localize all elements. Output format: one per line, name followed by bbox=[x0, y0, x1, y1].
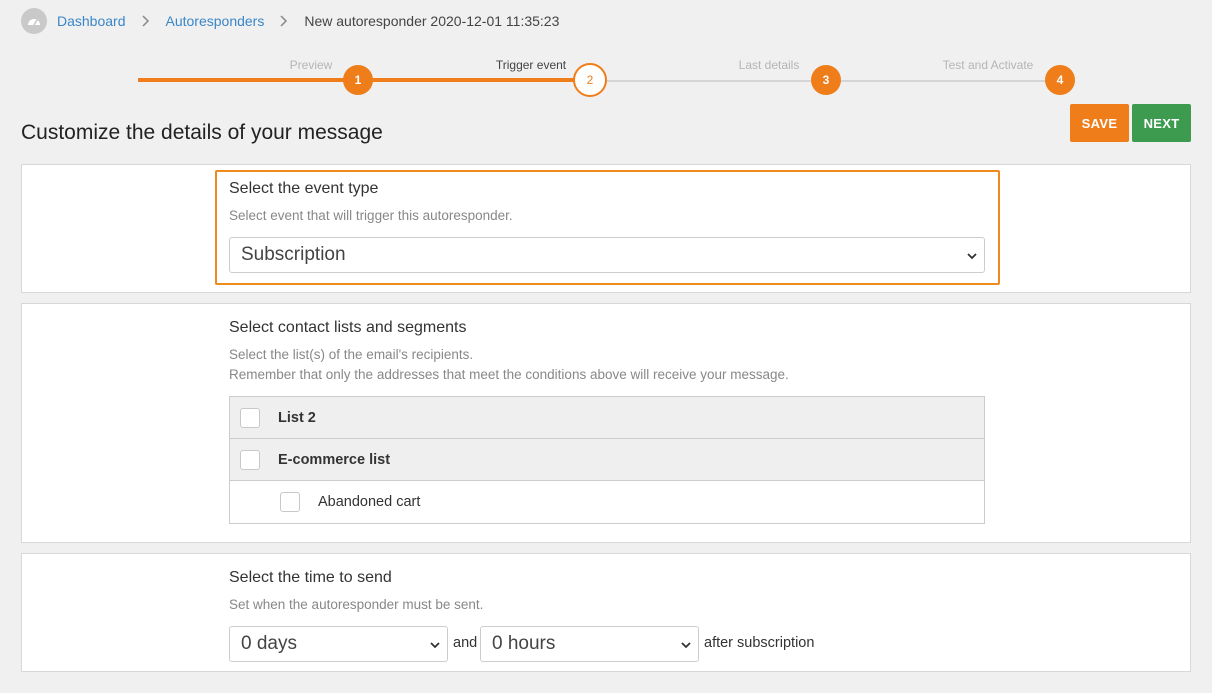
next-button[interactable]: NEXT bbox=[1132, 104, 1191, 142]
after-subscription-label: after subscription bbox=[704, 635, 815, 651]
step-dot-2[interactable]: 2 bbox=[573, 63, 607, 97]
contact-lists-description-1: Select the list(s) of the email's recipi… bbox=[229, 347, 474, 362]
event-type-selected: Subscription bbox=[241, 244, 346, 265]
list-item[interactable]: E-commerce list bbox=[230, 439, 984, 481]
days-select[interactable]: 0 days bbox=[229, 626, 448, 662]
segment-label: Abandoned cart bbox=[318, 494, 421, 510]
save-button[interactable]: SAVE bbox=[1070, 104, 1129, 142]
days-selected: 0 days bbox=[241, 633, 297, 654]
list-checkbox[interactable] bbox=[240, 449, 260, 470]
hours-selected: 0 hours bbox=[492, 633, 556, 654]
progress-stepper: Preview Trigger event Last details Test … bbox=[0, 0, 1212, 100]
list-label: E-commerce list bbox=[278, 451, 391, 468]
step-label-last-details[interactable]: Last details bbox=[739, 58, 800, 72]
contact-lists-description-2: Remember that only the addresses that me… bbox=[229, 367, 789, 382]
contact-lists-card: Select contact lists and segments Select… bbox=[21, 303, 1191, 543]
chevron-down-icon bbox=[967, 244, 977, 266]
event-type-title: Select the event type bbox=[229, 180, 379, 197]
and-label: and bbox=[453, 635, 478, 651]
event-type-card: Select the event type Select event that … bbox=[21, 164, 1191, 293]
list-label: List 2 bbox=[278, 409, 316, 426]
list-checkbox[interactable] bbox=[240, 407, 260, 428]
step-label-preview[interactable]: Preview bbox=[290, 58, 333, 72]
contact-lists-table: List 2 E-commerce list Abandoned cart bbox=[229, 396, 985, 524]
step-label-test-activate[interactable]: Test and Activate bbox=[943, 58, 1034, 72]
event-type-select[interactable]: Subscription bbox=[229, 237, 985, 273]
send-time-title: Select the time to send bbox=[229, 569, 392, 586]
chevron-down-icon bbox=[681, 633, 691, 655]
step-dot-3[interactable]: 3 bbox=[811, 65, 841, 95]
contact-lists-title: Select contact lists and segments bbox=[229, 319, 467, 336]
event-type-description: Select event that will trigger this auto… bbox=[229, 208, 513, 223]
step-dot-1[interactable]: 1 bbox=[343, 65, 373, 95]
segment-item[interactable]: Abandoned cart bbox=[230, 481, 984, 523]
step-dot-4[interactable]: 4 bbox=[1045, 65, 1075, 95]
send-time-card: Select the time to send Set when the aut… bbox=[21, 553, 1191, 672]
segment-checkbox[interactable] bbox=[280, 492, 300, 512]
page-title: Customize the details of your message bbox=[21, 121, 383, 144]
send-time-description: Set when the autoresponder must be sent. bbox=[229, 597, 484, 612]
hours-select[interactable]: 0 hours bbox=[480, 626, 699, 662]
chevron-down-icon bbox=[430, 633, 440, 655]
step-label-trigger-event[interactable]: Trigger event bbox=[496, 58, 566, 72]
list-item[interactable]: List 2 bbox=[230, 397, 984, 439]
